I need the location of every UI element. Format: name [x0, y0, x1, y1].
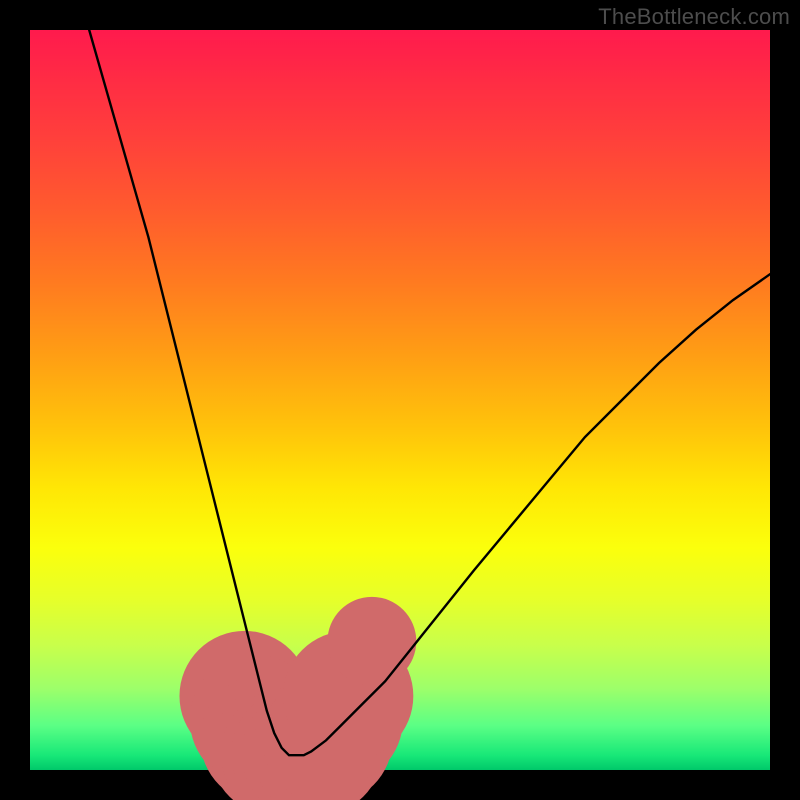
chart-svg	[30, 30, 770, 770]
bottleneck-curve	[89, 30, 770, 755]
trough-marker	[327, 597, 416, 686]
chart-frame: TheBottleneck.com	[0, 0, 800, 800]
plot-area	[30, 30, 770, 770]
watermark-text: TheBottleneck.com	[598, 4, 790, 30]
markers-layer	[179, 597, 416, 800]
